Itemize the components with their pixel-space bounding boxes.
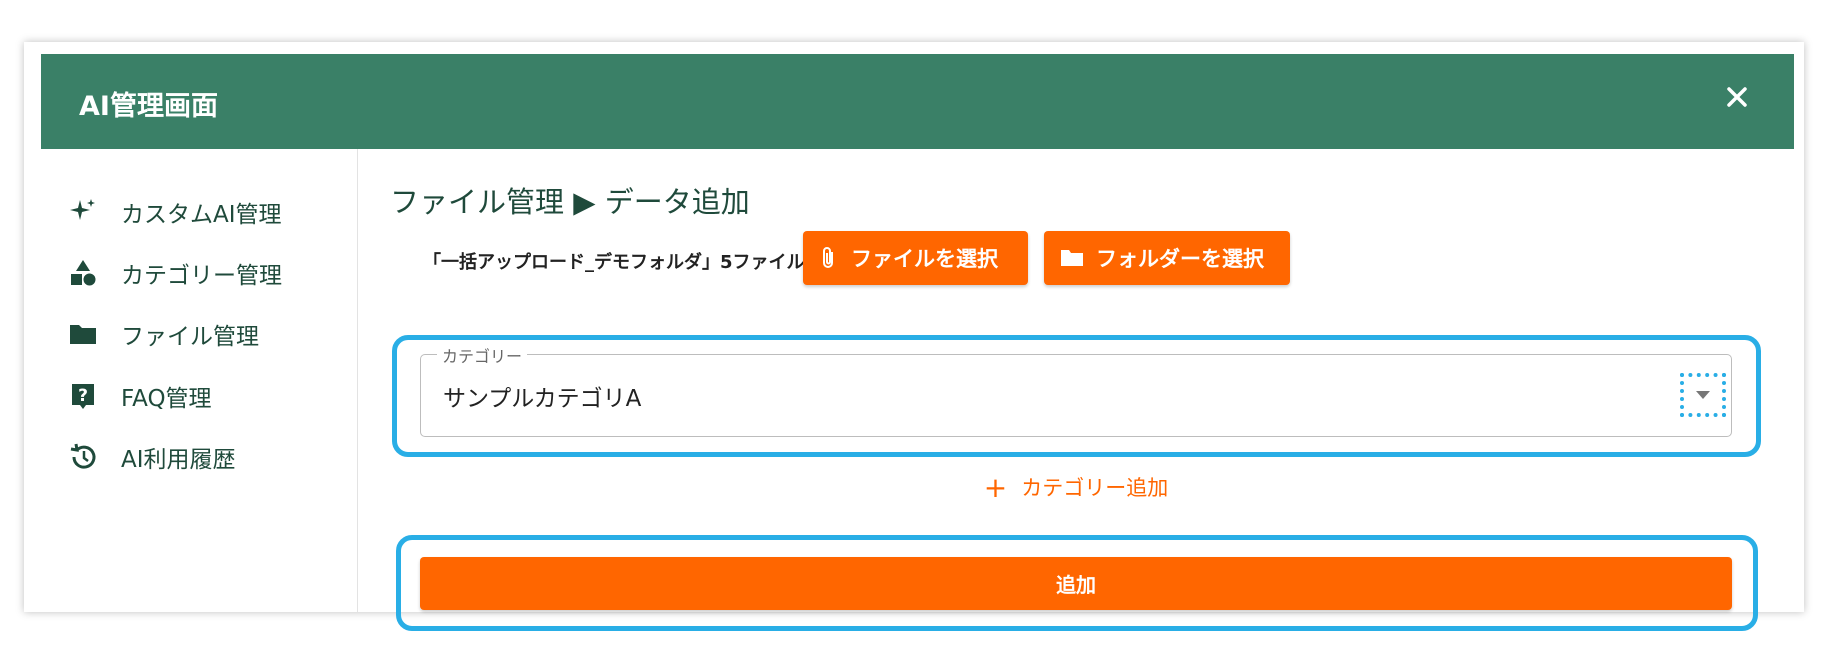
sidebar-item-label: ファイル管理: [121, 324, 259, 350]
main-content: ファイル管理 ▶ データ追加 「一括アップロード_デモフォルダ」5ファイル ファ…: [358, 149, 1794, 631]
add-category-link[interactable]: + カテゴリー追加: [358, 471, 1794, 504]
dialog-window: AI管理画面 カスタムAI管理 カテゴリー管理 ファイル管理 ? FAQ管理 A…: [24, 42, 1804, 631]
shapes-icon: [63, 253, 103, 293]
select-file-label: ファイルを選択: [851, 247, 998, 271]
select-folder-label: フォルダーを選択: [1096, 247, 1264, 271]
folder-icon: [63, 314, 103, 354]
close-icon: [1727, 87, 1747, 107]
select-folder-button[interactable]: フォルダーを選択: [1044, 231, 1290, 285]
sidebar-item-label: FAQ管理: [121, 386, 212, 412]
sidebar-item-file[interactable]: ファイル管理: [41, 305, 357, 363]
sidebar-item-label: AI利用履歴: [121, 447, 236, 473]
category-select[interactable]: カテゴリー サンプルカテゴリA: [420, 343, 1732, 437]
sidebar-item-category[interactable]: カテゴリー管理: [41, 244, 357, 302]
caret-down-icon: [1696, 391, 1710, 399]
sidebar: カスタムAI管理 カテゴリー管理 ファイル管理 ? FAQ管理 AI利用履歴: [41, 149, 358, 612]
paperclip-icon: [819, 246, 839, 270]
close-button[interactable]: [1720, 80, 1754, 114]
sparkle-icon: [63, 192, 103, 232]
dropdown-toggle[interactable]: [1680, 373, 1726, 417]
sidebar-item-label: カテゴリー管理: [121, 263, 282, 289]
category-select-label: カテゴリー: [437, 343, 528, 367]
svg-text:?: ?: [78, 386, 88, 406]
title-bar: AI管理画面: [41, 54, 1794, 149]
history-icon: [63, 437, 103, 477]
dialog-title: AI管理画面: [79, 91, 218, 122]
file-summary: 「一括アップロード_デモフォルダ」5ファイル: [423, 252, 805, 273]
add-button-label: 追加: [1056, 573, 1096, 597]
sidebar-item-custom-ai[interactable]: カスタムAI管理: [41, 183, 357, 241]
folder-icon: [1060, 247, 1084, 269]
add-category-label: カテゴリー追加: [1021, 476, 1169, 500]
sidebar-item-label: カスタムAI管理: [121, 202, 282, 228]
sidebar-item-history[interactable]: AI利用履歴: [41, 428, 357, 486]
question-icon: ?: [63, 376, 103, 416]
select-file-button[interactable]: ファイルを選択: [803, 231, 1028, 285]
plus-icon: +: [983, 471, 1008, 504]
breadcrumb: ファイル管理 ▶ データ追加: [390, 185, 750, 219]
category-select-value: サンプルカテゴリA: [443, 386, 642, 412]
sidebar-item-faq[interactable]: ? FAQ管理: [41, 367, 357, 425]
add-button[interactable]: 追加: [420, 557, 1732, 610]
